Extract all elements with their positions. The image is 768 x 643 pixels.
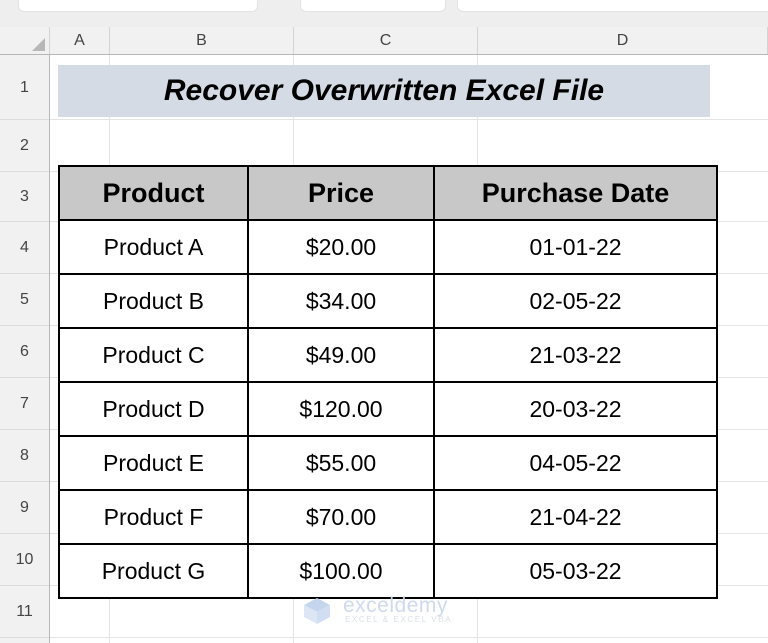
table-row[interactable]: Product B $34.00 02-05-22 [58,273,718,329]
row-header-7[interactable]: 7 [0,378,49,430]
row-header-4[interactable]: 4 [0,222,49,274]
select-all-button[interactable] [0,27,50,54]
table-row[interactable]: Product G $100.00 05-03-22 [58,543,718,599]
ribbon-group-3[interactable] [457,0,768,12]
table-row[interactable]: Product D $120.00 20-03-22 [58,381,718,437]
cell-product[interactable]: Product B [58,273,249,329]
cell-price[interactable]: $34.00 [247,273,435,329]
row-header-3[interactable]: 3 [0,172,49,222]
column-header-product[interactable]: Product [58,165,249,221]
ribbon-group-2[interactable] [300,0,446,12]
cell-date[interactable]: 01-01-22 [433,219,718,275]
ribbon-strip [0,0,768,27]
table-row[interactable]: Product C $49.00 21-03-22 [58,327,718,383]
row-header-5[interactable]: 5 [0,274,49,326]
column-header-b[interactable]: B [110,27,294,54]
table-row[interactable]: Product F $70.00 21-04-22 [58,489,718,545]
page-title: Recover Overwritten Excel File [163,74,605,107]
row-header-band: 1 2 3 4 5 6 7 8 9 10 11 [0,55,50,643]
column-header-a[interactable]: A [50,27,110,54]
row-header-1[interactable]: 1 [0,55,49,120]
cell-date[interactable]: 04-05-22 [433,435,718,491]
cell-product[interactable]: Product D [58,381,249,437]
gridline-horizontal-1 [50,119,768,120]
row-header-9[interactable]: 9 [0,482,49,534]
cell-date[interactable]: 20-03-22 [433,381,718,437]
cell-date[interactable]: 21-04-22 [433,489,718,545]
cell-date[interactable]: 21-03-22 [433,327,718,383]
cell-price[interactable]: $70.00 [247,489,435,545]
column-header-d[interactable]: D [478,27,768,54]
cell-price[interactable]: $100.00 [247,543,435,599]
cell-price[interactable]: $55.00 [247,435,435,491]
title-banner[interactable]: Recover Overwritten Excel File [58,65,710,117]
table-header-row: Product Price Purchase Date [58,165,718,221]
cell-price[interactable]: $120.00 [247,381,435,437]
cell-product[interactable]: Product C [58,327,249,383]
row-header-8[interactable]: 8 [0,430,49,482]
cell-product[interactable]: Product G [58,543,249,599]
row-header-11[interactable]: 11 [0,586,49,638]
cell-date[interactable]: 02-05-22 [433,273,718,329]
row-header-2[interactable]: 2 [0,120,49,172]
cell-product[interactable]: Product F [58,489,249,545]
table-row[interactable]: Product E $55.00 04-05-22 [58,435,718,491]
column-header-purchase-date[interactable]: Purchase Date [433,165,718,221]
select-all-triangle-icon [32,38,45,51]
column-header-c[interactable]: C [294,27,478,54]
product-price-table[interactable]: Product Price Purchase Date Product A $2… [58,165,718,599]
cell-date[interactable]: 05-03-22 [433,543,718,599]
table-row[interactable]: Product A $20.00 01-01-22 [58,219,718,275]
ribbon-group-1[interactable] [18,0,258,12]
cell-product[interactable]: Product A [58,219,249,275]
cell-price[interactable]: $49.00 [247,327,435,383]
row-header-10[interactable]: 10 [0,534,49,586]
cell-price[interactable]: $20.00 [247,219,435,275]
row-header-6[interactable]: 6 [0,326,49,378]
gridline-horizontal-11 [50,637,768,638]
column-header-band: A B C D [0,27,768,55]
column-header-price[interactable]: Price [247,165,435,221]
cell-product[interactable]: Product E [58,435,249,491]
